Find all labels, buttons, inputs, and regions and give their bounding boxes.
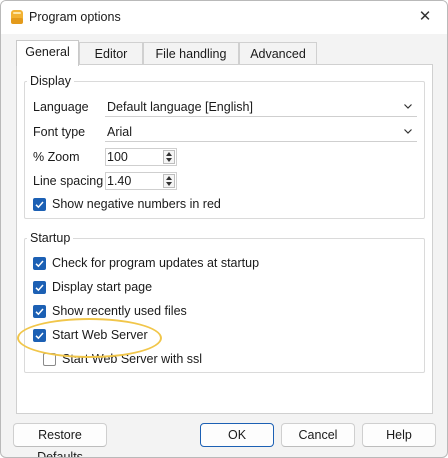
language-value: Default language [English] [107,100,253,114]
zoom-value: 100 [107,150,128,164]
line-spacing-value: 1.40 [107,174,132,188]
cancel-button[interactable]: Cancel [281,423,355,447]
spin-up-icon[interactable] [166,176,172,180]
negative-red-checkbox-row[interactable]: Show negative numbers in red [33,197,333,213]
window-title: Program options [29,10,121,24]
startup-group-title: Startup [27,231,74,245]
line-spacing-spin-buttons[interactable] [163,174,175,188]
check-updates-checkbox[interactable] [33,257,46,270]
restore-defaults-button[interactable]: Restore Defaults [13,423,107,457]
check-icon [35,260,44,268]
spin-down-icon[interactable] [166,158,172,162]
negative-red-label: Show negative numbers in red [52,197,221,211]
spin-up-icon[interactable] [166,152,172,156]
check-icon [35,284,44,292]
zoom-spinbox[interactable]: 100 [105,148,177,166]
recent-files-label: Show recently used files [52,304,187,318]
highlight-ellipse [17,318,162,358]
chevron-down-icon [404,129,412,134]
font-type-select[interactable]: Arial [105,124,417,142]
chevron-down-icon [404,104,412,109]
negative-red-checkbox[interactable] [33,198,46,211]
font-type-label: Font type [33,125,86,139]
tab-advanced[interactable]: Advanced [239,42,317,65]
start-page-checkbox[interactable] [33,281,46,294]
line-spacing-spinbox[interactable]: 1.40 [105,172,177,190]
language-select[interactable]: Default language [English] [105,99,417,117]
recent-files-checkbox[interactable] [33,305,46,318]
start-page-checkbox-row[interactable]: Display start page [33,280,333,296]
tab-general[interactable]: General [16,40,79,66]
app-icon [10,9,24,25]
zoom-label: % Zoom [33,150,80,164]
program-options-dialog: Program options ✕ General Editor File ha… [0,0,448,458]
line-spacing-label: Line spacing [33,174,104,188]
check-icon [35,308,44,316]
zoom-spin-buttons[interactable] [163,150,175,164]
spin-down-icon[interactable] [166,182,172,186]
language-label: Language [33,100,89,114]
tab-file-handling[interactable]: File handling [143,42,239,65]
title-bar: Program options ✕ [1,1,447,34]
help-button[interactable]: Help [362,423,436,447]
check-updates-checkbox-row[interactable]: Check for program updates at startup [33,256,333,272]
display-group-title: Display [27,74,74,88]
close-icon[interactable]: ✕ [414,7,436,27]
general-tab-panel: Display Language Default language [Engli… [16,64,433,414]
ok-button[interactable]: OK [200,423,274,447]
start-page-label: Display start page [52,280,153,294]
check-updates-label: Check for program updates at startup [52,256,260,270]
tab-editor[interactable]: Editor [79,42,143,65]
check-icon [35,201,44,209]
font-type-value: Arial [107,125,133,139]
